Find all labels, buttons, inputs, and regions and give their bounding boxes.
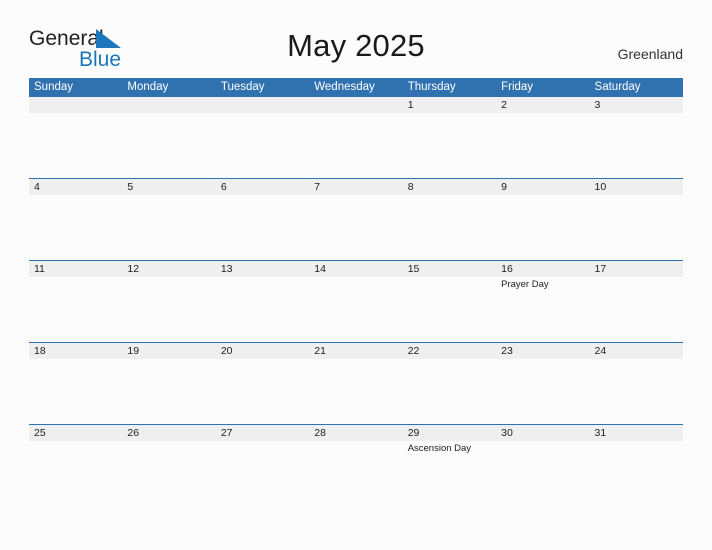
calendar-day-cell[interactable]: 4	[29, 179, 122, 260]
day-number: 2	[501, 99, 507, 111]
calendar-day-cell[interactable]: 7	[309, 179, 402, 260]
day-number: 28	[314, 427, 326, 439]
day-number: 29	[407, 427, 420, 439]
week-days: 4 5 6 7 8 9 10	[29, 179, 683, 260]
calendar-day-cell[interactable]: 31	[590, 425, 683, 506]
day-number: 17	[594, 263, 607, 275]
day-number: 18	[34, 345, 46, 357]
day-number: 30	[501, 427, 513, 439]
week-days: 18 19 20 21 22 23 24	[29, 343, 683, 424]
day-number: 6	[220, 181, 227, 193]
day-number: 8	[407, 181, 414, 193]
day-number: 23	[501, 345, 513, 357]
calendar-day-cell[interactable]: 28	[309, 425, 402, 506]
day-event-label: Prayer Day	[501, 279, 549, 290]
calendar-day-cell[interactable]: 3	[590, 97, 683, 178]
day-number: 12	[127, 263, 140, 275]
calendar-day-cell[interactable]: 9	[496, 179, 589, 260]
calendar-day-cell[interactable]: 8	[403, 179, 496, 260]
calendar-week-rows: 1 2 3 4 5 6 7 8 9 10 11 12 13 14 15 16 Prayer Day 17 18 19 2…	[29, 97, 683, 506]
calendar-page: General Blue May 2025 Greenland Sunday M…	[0, 0, 712, 550]
weekday-header-tuesday: Tuesday	[220, 81, 265, 93]
weekday-header-friday: Friday	[501, 81, 534, 93]
calendar-day-cell[interactable]: 1	[403, 97, 496, 178]
calendar-day-cell[interactable]: 20	[216, 343, 309, 424]
calendar-day-cell[interactable]: 15	[403, 261, 496, 342]
calendar-day-cell[interactable]: 27	[216, 425, 309, 506]
calendar-day-cell[interactable]: 25	[29, 425, 122, 506]
calendar-day-cell[interactable]: 17	[590, 261, 683, 342]
calendar-day-cell[interactable]: 16 Prayer Day	[496, 261, 589, 342]
day-events: Ascension Day	[408, 441, 496, 455]
calendar-day-cell[interactable]: 23	[496, 343, 589, 424]
calendar-day-cell[interactable]: 2	[496, 97, 589, 178]
calendar-day-cell[interactable]: 19	[122, 343, 215, 424]
day-number: 10	[594, 181, 607, 193]
day-number: 11	[34, 263, 45, 275]
calendar-day-cell[interactable]: 14	[309, 261, 402, 342]
day-number: 19	[127, 345, 140, 357]
calendar-day-cell[interactable]: 29 Ascension Day	[403, 425, 496, 506]
calendar-day-cell[interactable]: 21	[309, 343, 402, 424]
calendar-week-row: 4 5 6 7 8 9 10	[29, 178, 683, 260]
calendar-day-cell[interactable]: 5	[122, 179, 215, 260]
page-title: May 2025	[287, 28, 425, 63]
day-number: 31	[594, 427, 607, 439]
calendar-day-cell[interactable]: 22	[403, 343, 496, 424]
calendar-day-cell[interactable]: 26	[122, 425, 215, 506]
day-events: Prayer Day	[501, 277, 589, 291]
week-days: 11 12 13 14 15 16 Prayer Day 17	[29, 261, 683, 342]
day-number: 16	[501, 263, 513, 275]
calendar-week-row: 25 26 27 28 29 Ascension Day 30 31	[29, 424, 683, 506]
calendar-day-cell[interactable]: 12	[122, 261, 215, 342]
calendar-day-cell[interactable]: 11	[29, 261, 122, 342]
weekday-header-sunday: Sunday	[34, 81, 74, 93]
week-days: 1 2 3	[29, 97, 683, 178]
calendar-week-row: 18 19 20 21 22 23 24	[29, 342, 683, 424]
day-number: 20	[220, 345, 233, 357]
day-number: 26	[127, 427, 140, 439]
calendar-day-cell-empty	[122, 97, 215, 178]
day-number: 9	[501, 181, 507, 193]
calendar-week-row: 1 2 3	[29, 97, 683, 178]
calendar-day-cell-empty	[309, 97, 402, 178]
day-number: 7	[314, 181, 321, 193]
day-number: 3	[594, 99, 601, 111]
day-event-label: Ascension Day	[407, 443, 472, 454]
day-number: 24	[594, 345, 607, 357]
day-number: 13	[220, 263, 233, 275]
weekday-header-wednesday: Wednesday	[314, 81, 375, 93]
day-number: 5	[127, 181, 134, 193]
calendar-week-row: 11 12 13 14 15 16 Prayer Day 17	[29, 260, 683, 342]
calendar-day-cell-empty	[29, 97, 122, 178]
calendar-day-cell[interactable]: 18	[29, 343, 122, 424]
calendar-day-cell[interactable]: 6	[216, 179, 309, 260]
weekday-header-row: Sunday Monday Tuesday Wednesday Thursday…	[29, 78, 683, 97]
day-number: 15	[407, 263, 420, 275]
day-number: 27	[220, 427, 233, 439]
calendar-day-cell[interactable]: 24	[590, 343, 683, 424]
day-number: 22	[407, 345, 420, 357]
day-number: 21	[314, 345, 326, 357]
day-number: 25	[34, 427, 46, 439]
region-label: Greenland	[617, 46, 683, 62]
calendar-day-cell[interactable]: 13	[216, 261, 309, 342]
calendar-day-cell-empty	[216, 97, 309, 178]
calendar-grid: Sunday Monday Tuesday Wednesday Thursday…	[29, 78, 683, 506]
day-number: 4	[34, 181, 40, 193]
weekday-header-thursday: Thursday	[407, 81, 456, 93]
day-number: 14	[314, 263, 326, 275]
calendar-day-cell[interactable]: 10	[590, 179, 683, 260]
day-number: 1	[407, 99, 414, 111]
weekday-header-saturday: Saturday	[594, 81, 641, 93]
week-days: 25 26 27 28 29 Ascension Day 30 31	[29, 425, 683, 506]
page-header: General Blue May 2025 Greenland	[0, 0, 712, 76]
calendar-day-cell[interactable]: 30	[496, 425, 589, 506]
weekday-header-monday: Monday	[127, 81, 169, 93]
